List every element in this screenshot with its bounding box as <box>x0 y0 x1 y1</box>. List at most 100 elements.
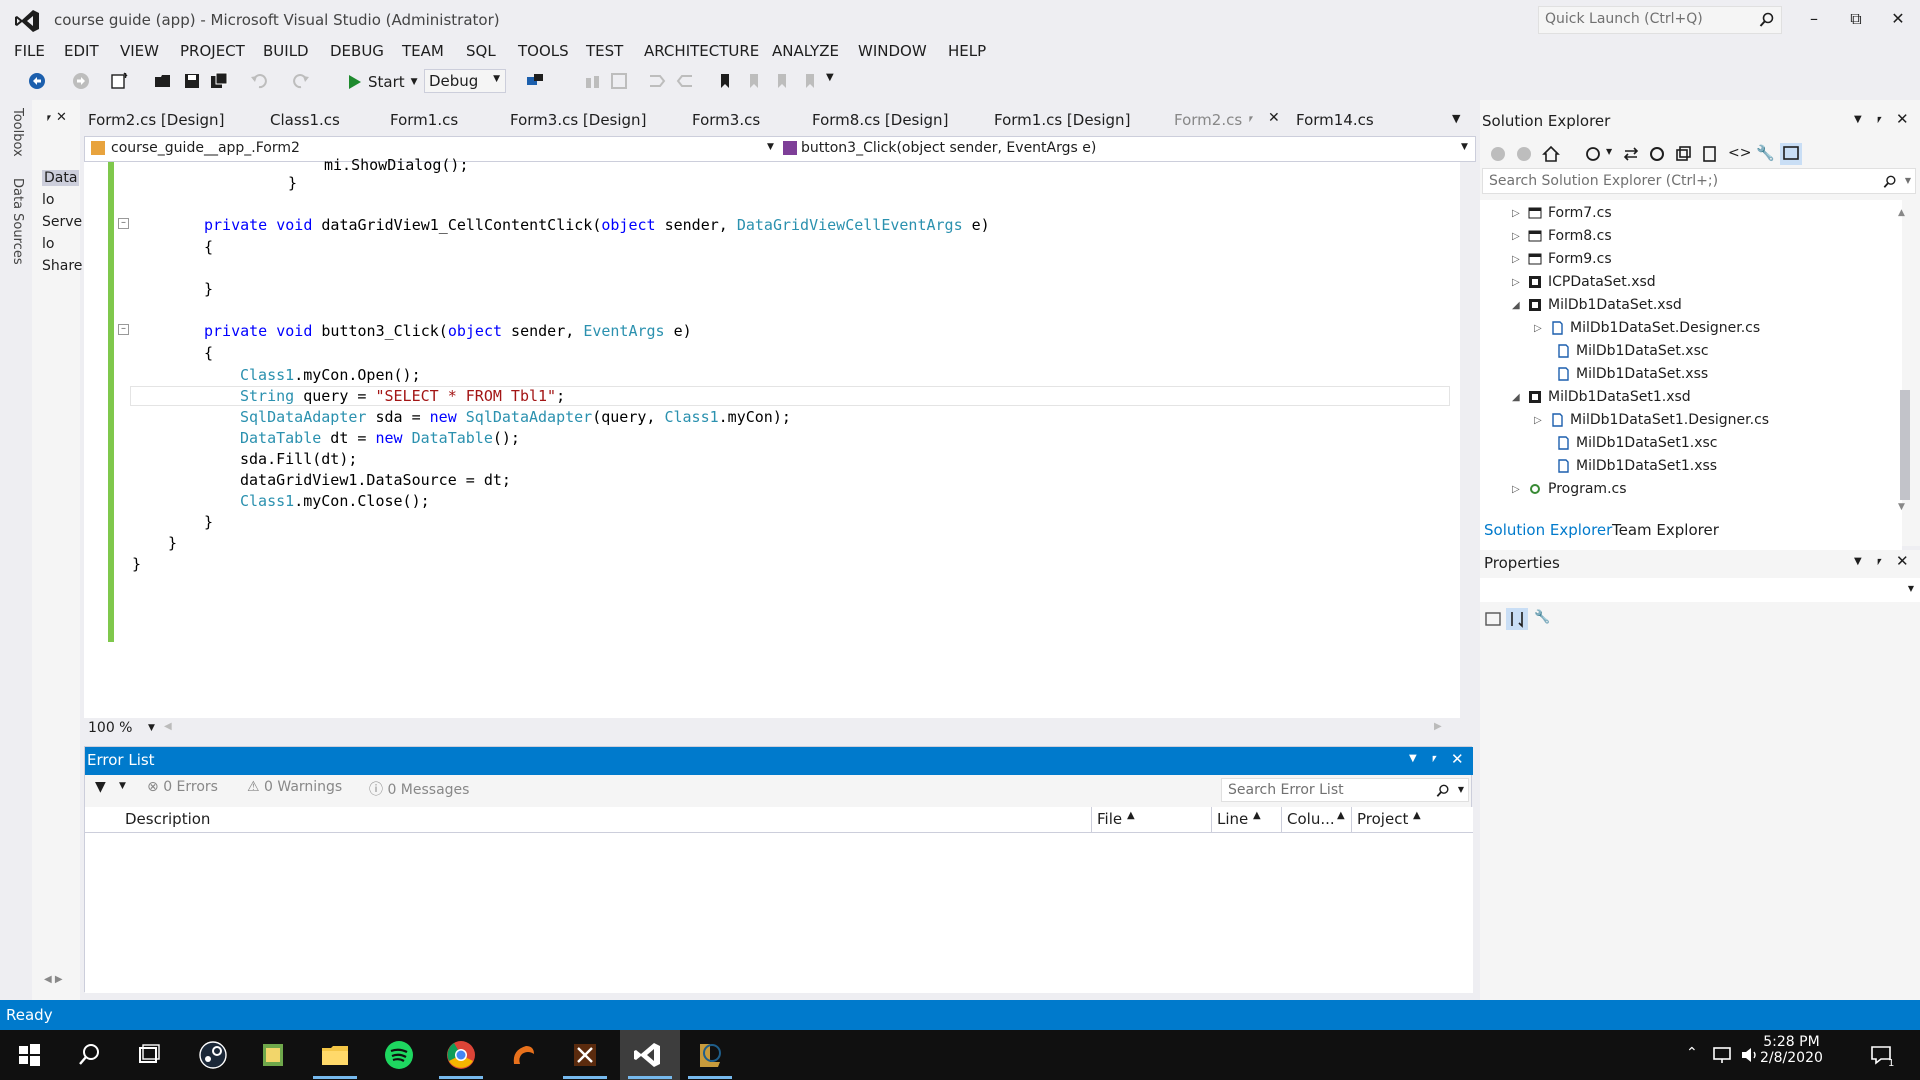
collapse-all-icon[interactable] <box>1674 145 1692 163</box>
toolbox-tab[interactable]: Toolbox <box>10 108 25 157</box>
scroll-arrows-icon[interactable]: ◀ ▶ <box>44 974 63 985</box>
start-debugging-button[interactable]: Start ▼ <box>348 71 418 93</box>
close-icon[interactable]: ✕ <box>1451 750 1464 768</box>
next-bookmark-icon[interactable] <box>772 72 790 90</box>
object-selector-dropdown[interactable]: ▼ <box>1480 578 1920 602</box>
close-icon[interactable]: ✕ <box>1896 110 1909 128</box>
class-dropdown[interactable]: course_guide__app_.Form2 <box>111 140 300 156</box>
tree-item[interactable]: MilDb1DataSet1.xsc <box>1556 435 1717 451</box>
tab-class1[interactable]: Class1.cs <box>270 111 340 129</box>
zoom-dropdown[interactable]: 100 % <box>88 720 132 736</box>
property-pages-icon[interactable]: 🔧 <box>1534 610 1550 625</box>
network-icon[interactable] <box>1712 1046 1732 1064</box>
tree-item[interactable]: ▷ ICPDataSet.xsd <box>1512 274 1656 290</box>
chevron-down-icon[interactable]: ▼ <box>767 142 774 152</box>
data-source-item[interactable]: lo <box>42 192 54 208</box>
pin-icon[interactable]: ⎖ <box>44 110 54 125</box>
steam-icon[interactable] <box>196 1038 230 1072</box>
close-icon[interactable]: ✕ <box>56 110 67 125</box>
tree-item[interactable]: ▷ Program.cs <box>1512 481 1627 497</box>
pin-icon[interactable]: ⎖ <box>1429 751 1439 766</box>
pin-icon[interactable]: ⎖ <box>1874 112 1884 127</box>
menu-architecture[interactable]: ARCHITECTURE <box>644 42 759 60</box>
chevron-down-icon[interactable]: ▼ <box>119 781 126 791</box>
scroll-right-icon[interactable]: ▶ <box>1434 721 1442 732</box>
preview-selected-icon[interactable] <box>1780 143 1802 165</box>
data-tab[interactable]: Data <box>42 170 80 186</box>
chevron-down-icon[interactable]: ▼ <box>1854 556 1862 567</box>
pin-tab-icon[interactable]: ⎖ <box>1246 111 1256 126</box>
open-file-icon[interactable] <box>154 72 172 90</box>
league-client-icon[interactable] <box>692 1038 726 1072</box>
solution-explorer-search-input[interactable]: Search Solution Explorer (Ctrl+;) ▼ <box>1482 168 1916 194</box>
spotify-icon[interactable] <box>382 1038 416 1072</box>
size-icon[interactable] <box>610 72 628 90</box>
server-explorer-tab[interactable]: Serve <box>42 214 82 230</box>
tab-team-explorer[interactable]: Team Explorer <box>1612 521 1719 539</box>
tools-app-icon[interactable] <box>568 1038 602 1072</box>
game-launcher-icon[interactable] <box>506 1038 540 1072</box>
tree-item[interactable]: ▷ Form8.cs <box>1512 228 1612 244</box>
collapse-region-icon[interactable]: – <box>118 324 129 335</box>
warnings-filter-button[interactable]: ⚠ 0 Warnings <box>247 779 342 795</box>
bookmark-icon[interactable] <box>716 72 734 90</box>
forward-icon[interactable] <box>72 72 90 90</box>
save-icon[interactable] <box>183 72 201 90</box>
tree-item[interactable]: MilDb1DataSet.xss <box>1556 366 1708 382</box>
menu-file[interactable]: FILE <box>14 42 45 60</box>
expand-icon[interactable]: ▷ <box>1512 484 1522 495</box>
tree-item[interactable]: ▷ MilDb1DataSet.Designer.cs <box>1534 320 1760 336</box>
data-sources-tab[interactable]: Data Sources <box>10 178 25 265</box>
menu-view[interactable]: VIEW <box>120 42 159 60</box>
chrome-icon[interactable] <box>444 1038 478 1072</box>
tab-form2-design[interactable]: Form2.cs [Design] <box>88 111 224 129</box>
tree-item[interactable]: ◢ MilDb1DataSet1.xsd <box>1512 389 1691 405</box>
volume-icon[interactable] <box>1740 1046 1760 1064</box>
tab-overflow-icon[interactable]: ▼ <box>1452 112 1460 125</box>
tab-form8-design[interactable]: Form8.cs [Design] <box>812 111 948 129</box>
menu-window[interactable]: WINDOW <box>858 42 927 60</box>
chevron-down-icon[interactable]: ▼ <box>148 723 155 733</box>
close-icon[interactable]: ✕ <box>1896 552 1909 570</box>
scroll-left-icon[interactable]: ◀ <box>164 721 172 732</box>
toolbar-overflow-icon[interactable]: ▼ <box>826 72 834 83</box>
menu-debug[interactable]: DEBUG <box>330 42 384 60</box>
collapse-icon[interactable]: ◢ <box>1512 392 1522 403</box>
column-project[interactable]: Project <box>1357 810 1408 828</box>
tab-form1[interactable]: Form1.cs <box>390 111 458 129</box>
properties-wrench-icon[interactable]: 🔧 <box>1756 144 1775 162</box>
chevron-down-icon[interactable]: ▼ <box>1854 114 1862 125</box>
save-all-icon[interactable] <box>210 72 228 90</box>
home-icon[interactable] <box>1542 145 1560 163</box>
member-dropdown[interactable]: button3_Click(object sender, EventArgs e… <box>801 140 1096 156</box>
column-column[interactable]: Colu... <box>1287 810 1335 828</box>
expand-icon[interactable]: ▷ <box>1512 277 1522 288</box>
chevron-down-icon[interactable]: ▼ <box>1458 785 1464 794</box>
visual-studio-logo-icon[interactable] <box>14 9 40 33</box>
menu-edit[interactable]: EDIT <box>64 42 99 60</box>
tree-scroll-thumb[interactable] <box>1900 390 1910 500</box>
alphabetical-icon[interactable] <box>1506 608 1528 630</box>
menu-project[interactable]: PROJECT <box>180 42 245 60</box>
tree-item[interactable]: MilDb1DataSet1.xss <box>1556 458 1717 474</box>
menu-analyze[interactable]: ANALYZE <box>772 42 839 60</box>
close-tab-icon[interactable]: ✕ <box>1268 110 1280 126</box>
menu-test[interactable]: TEST <box>586 42 623 60</box>
collapse-icon[interactable]: ◢ <box>1512 300 1522 311</box>
file-explorer-icon[interactable] <box>318 1038 352 1072</box>
tree-item[interactable]: ▷ Form7.cs <box>1512 205 1612 221</box>
file-manager-icon[interactable] <box>256 1038 290 1072</box>
tab-form14[interactable]: Form14.cs <box>1296 111 1374 129</box>
new-project-icon[interactable] <box>110 72 128 90</box>
align-icon[interactable] <box>584 72 602 90</box>
comment-icon[interactable] <box>648 72 666 90</box>
uncomment-icon[interactable] <box>676 72 694 90</box>
restore-button[interactable]: ⧉ <box>1846 8 1866 30</box>
scroll-down-icon[interactable]: ▼ <box>1898 502 1905 512</box>
column-line[interactable]: Line <box>1217 810 1248 828</box>
menu-build[interactable]: BUILD <box>263 42 309 60</box>
messages-filter-button[interactable]: ⓘ 0 Messages <box>369 779 469 799</box>
search-icon[interactable] <box>72 1038 106 1072</box>
undo-icon[interactable] <box>250 72 268 90</box>
tree-item[interactable]: ▷ MilDb1DataSet1.Designer.cs <box>1534 412 1769 428</box>
